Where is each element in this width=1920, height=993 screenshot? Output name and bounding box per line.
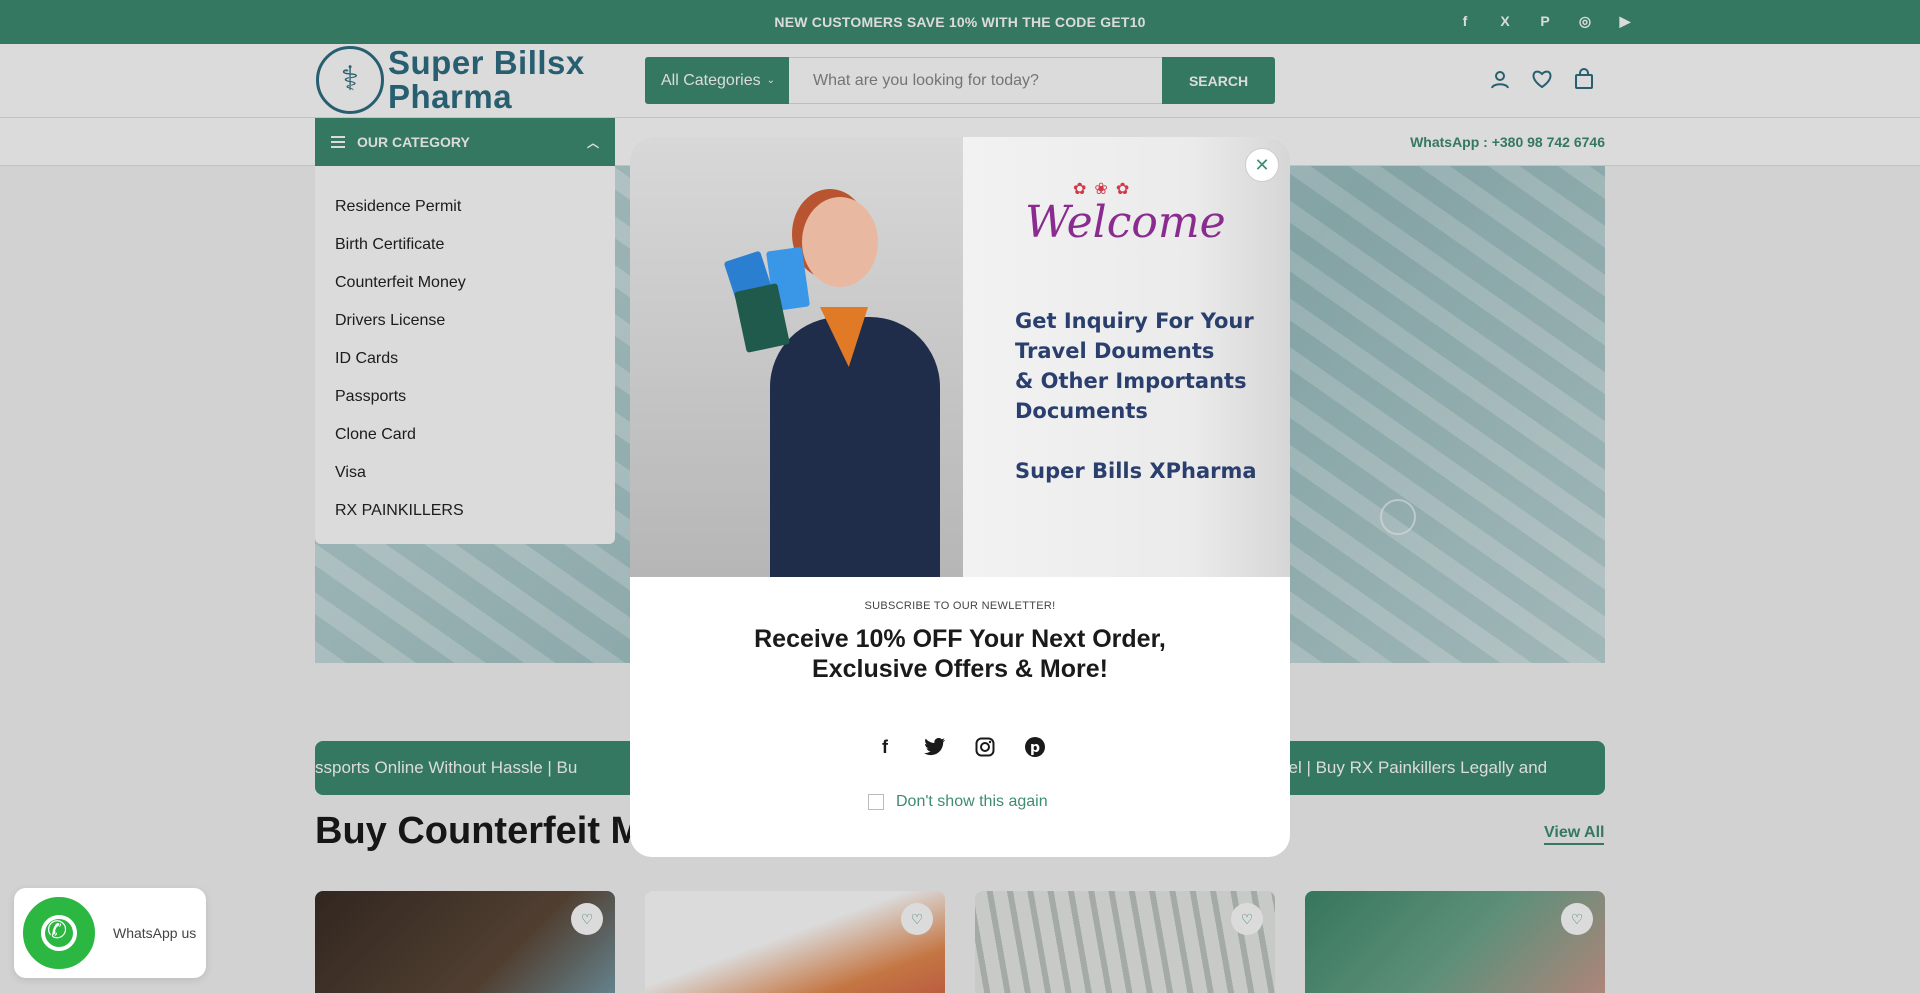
promo-line-3: & Other Importants: [1015, 369, 1247, 393]
flower-decoration-icon: ✿❀✿: [1073, 181, 1138, 198]
whatsapp-widget-label: WhatsApp us: [113, 925, 197, 941]
popup-welcome: Welcome: [1025, 197, 1226, 248]
newsletter-popup: ✿❀✿ Welcome Get Inquiry For Your Travel …: [630, 137, 1290, 857]
popup-headline-line-1: Receive 10% OFF Your Next Order,: [754, 625, 1166, 653]
popup-subtitle: SUBSCRIBE TO OUR NEWLETTER!: [864, 600, 1056, 612]
whatsapp-icon: [19, 893, 99, 973]
popup-photo: [630, 137, 963, 577]
popup-headline-line-2: Exclusive Offers & More!: [812, 655, 1108, 683]
popup-banner: ✿❀✿ Welcome Get Inquiry For Your Travel …: [630, 137, 1290, 577]
popup-promo: ✿❀✿ Welcome Get Inquiry For Your Travel …: [963, 137, 1290, 577]
instagram-icon[interactable]: [973, 735, 997, 759]
popup-headline: Receive 10% OFF Your Next Order, Exclusi…: [630, 624, 1290, 684]
popup-social-links: f p: [630, 735, 1290, 759]
dont-show-checkbox[interactable]: [868, 794, 884, 810]
promo-line-2: Travel Douments: [1015, 339, 1215, 363]
facebook-icon[interactable]: f: [873, 735, 897, 759]
promo-line-4: Documents: [1015, 399, 1148, 423]
twitter-icon[interactable]: [923, 735, 947, 759]
close-icon[interactable]: ✕: [1245, 148, 1279, 182]
promo-line-1: Get Inquiry For Your: [1015, 309, 1254, 333]
promo-brand: Super Bills XPharma: [1015, 459, 1257, 483]
dont-show-label: Don't show this again: [896, 793, 1048, 810]
svg-text:p: p: [1030, 740, 1040, 756]
whatsapp-widget[interactable]: WhatsApp us: [14, 888, 206, 978]
dont-show-again[interactable]: Don't show this again: [868, 793, 1048, 811]
pinterest-icon[interactable]: p: [1023, 735, 1047, 759]
